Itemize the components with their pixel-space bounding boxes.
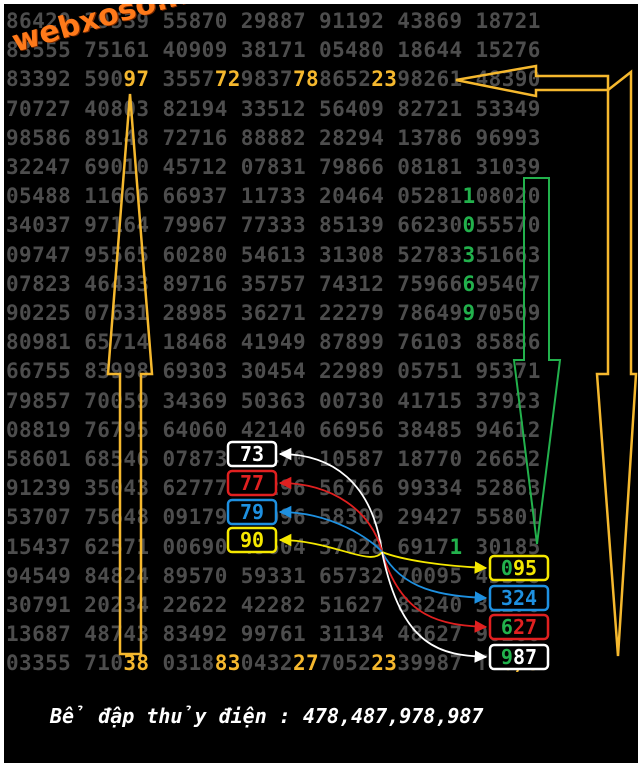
left-result-number: 77	[240, 471, 264, 495]
left-result-number: 73	[240, 442, 264, 466]
left-result-number: 79	[240, 500, 264, 524]
right-result-number: 324	[501, 586, 537, 610]
connector-right	[381, 551, 488, 604]
top-left-arrow	[455, 64, 610, 98]
left-result-number: 90	[240, 528, 264, 552]
right-down-arrow	[595, 69, 638, 657]
green-down-arrow	[512, 177, 562, 545]
left-up-arrow	[106, 93, 154, 656]
footer-caption: Bể đập thủy điện : 478,487,978,987	[50, 704, 484, 728]
right-result-number: 627	[501, 615, 537, 639]
number-grid-board: 86420 29539 55870 29887 91192 43869 1872…	[4, 4, 638, 763]
connector-left	[278, 533, 383, 558]
right-result-number: 095	[501, 556, 537, 580]
connector-left	[278, 447, 383, 553]
connector-right	[381, 551, 488, 574]
annotation-overlay: 73 77 79 90 095 324 627 987	[106, 64, 638, 671]
connector-left	[278, 505, 383, 553]
right-result-number: 987	[501, 645, 537, 669]
